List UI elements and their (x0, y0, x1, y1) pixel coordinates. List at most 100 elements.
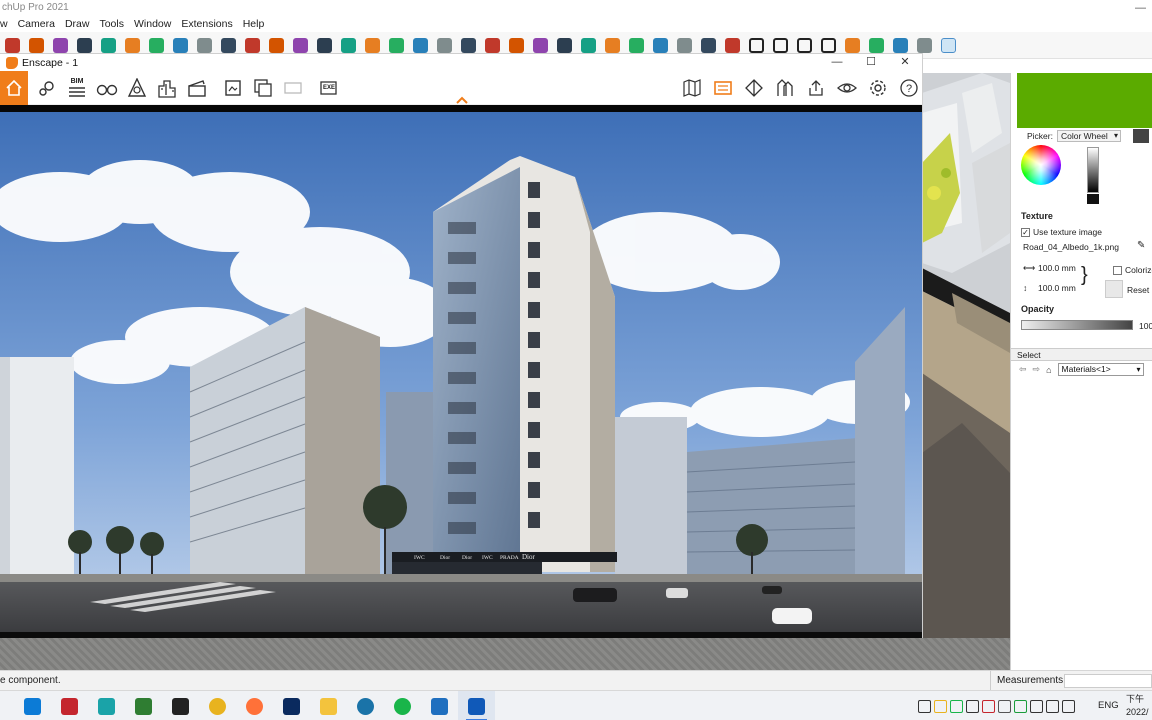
menu-help[interactable]: Help (239, 16, 271, 32)
bim-icon[interactable]: BIM (66, 77, 88, 99)
rotate-icon[interactable] (146, 35, 167, 56)
browser-icon[interactable] (347, 691, 384, 720)
move-icon[interactable] (122, 35, 143, 56)
close-button[interactable]: ✕ (888, 54, 922, 71)
info-icon[interactable] (722, 35, 743, 56)
enscape-capture-icon[interactable] (530, 35, 551, 56)
reset-color-chip[interactable] (1105, 280, 1123, 298)
gear-icon[interactable] (674, 35, 695, 56)
layers-icon[interactable] (386, 35, 407, 56)
menu-tools[interactable]: Tools (95, 16, 130, 32)
enscape-render-viewport[interactable]: IWC Dior Dior IWC PRADA Dior (0, 112, 922, 632)
clock[interactable]: 下午 2022/ (1126, 693, 1152, 719)
texture-width-field[interactable]: 100.0 mm (1038, 263, 1076, 273)
material-editor-icon[interactable] (774, 77, 796, 99)
batch-render-icon[interactable] (252, 77, 274, 99)
colorize-checkbox[interactable]: Colorize (1113, 265, 1152, 275)
menu-window-partial[interactable]: w (0, 16, 14, 32)
terrain-icon[interactable] (602, 35, 623, 56)
menu-draw[interactable]: Draw (61, 16, 96, 32)
profile-icon[interactable] (842, 35, 863, 56)
dot-icon[interactable] (746, 35, 767, 56)
materials-collection-select[interactable]: Materials<1> (1057, 363, 1144, 376)
line-icon[interactable] (384, 691, 421, 720)
enscape-start-icon[interactable] (482, 35, 503, 56)
brightness-slider[interactable] (1087, 147, 1099, 193)
tray-monitor-icon[interactable] (918, 699, 931, 713)
file-explorer-icon[interactable] (310, 691, 347, 720)
asset-library-icon[interactable] (126, 77, 148, 99)
zoom-icon[interactable] (314, 35, 335, 56)
export-image-icon[interactable] (222, 77, 244, 99)
link-aspect-icon[interactable]: } (1081, 265, 1088, 285)
tray-line-icon[interactable] (950, 699, 963, 713)
binoculars-icon[interactable] (96, 77, 118, 99)
tray-network-icon[interactable] (1046, 699, 1059, 713)
edge-icon[interactable] (14, 691, 51, 720)
follow-me-icon[interactable] (98, 35, 119, 56)
autocad-icon[interactable] (51, 691, 88, 720)
checker-icon[interactable] (626, 35, 647, 56)
clapboard-icon[interactable] (186, 77, 208, 99)
square-icon[interactable] (794, 35, 815, 56)
scale-icon[interactable] (170, 35, 191, 56)
tray-onedrive-icon[interactable] (998, 699, 1011, 713)
in-model-home-icon[interactable]: ⌂ (1046, 365, 1051, 375)
texture-height-field[interactable]: 100.0 mm (1038, 283, 1076, 293)
maximize-button[interactable]: ☐ (854, 54, 888, 71)
tray-acrobat-icon[interactable] (982, 699, 995, 713)
map-icon[interactable] (681, 77, 703, 99)
target-icon[interactable] (866, 35, 887, 56)
user-icon[interactable] (458, 35, 479, 56)
language-indicator[interactable]: ENG (1098, 700, 1119, 711)
collapse-toolbar-icon[interactable] (455, 95, 469, 105)
help-icon[interactable]: ? (898, 77, 920, 99)
tree-icon[interactable] (578, 35, 599, 56)
push-pull-icon[interactable] (74, 35, 95, 56)
help-icon[interactable] (938, 35, 959, 56)
layers-2-icon[interactable] (410, 35, 431, 56)
color-wheel[interactable] (1021, 145, 1061, 185)
opacity-slider[interactable] (1021, 320, 1133, 330)
tray-screen-icon[interactable] (966, 699, 979, 713)
pencil-icon[interactable] (2, 35, 23, 56)
section-icon[interactable] (362, 35, 383, 56)
panorama-icon[interactable] (282, 77, 304, 99)
menu-camera[interactable]: Camera (14, 16, 61, 32)
menu-extensions[interactable]: Extensions (177, 16, 238, 32)
paint-bucket-icon[interactable] (50, 35, 71, 56)
tray-chrome-icon[interactable] (934, 699, 947, 713)
home-icon[interactable] (0, 70, 28, 105)
chrome-icon[interactable] (199, 691, 236, 720)
text-icon[interactable] (218, 35, 239, 56)
forward-arrow-icon[interactable]: ⇨ (1033, 364, 1041, 375)
xbox-icon[interactable] (125, 691, 162, 720)
zoom-extents-icon[interactable] (338, 35, 359, 56)
orbit-icon[interactable] (266, 35, 287, 56)
enscape-title-bar[interactable]: Enscape - 1 — ☐ ✕ (0, 54, 922, 71)
mail-icon[interactable] (698, 35, 719, 56)
screenshot-icon[interactable] (914, 35, 935, 56)
typora-icon[interactable] (162, 691, 199, 720)
picker-select[interactable]: Color Wheel (1056, 130, 1121, 142)
select-heading[interactable]: Select (1011, 348, 1152, 361)
paint-icon[interactable] (242, 35, 263, 56)
layers-3-icon[interactable] (434, 35, 455, 56)
hand-icon[interactable] (290, 35, 311, 56)
enscape-sync-icon[interactable] (506, 35, 527, 56)
tray-battery-icon[interactable] (1030, 699, 1043, 713)
view-icon[interactable] (836, 77, 858, 99)
sketchup-icon[interactable] (458, 691, 495, 720)
cloud-icon[interactable] (650, 35, 671, 56)
sample-color-chip[interactable] (1132, 129, 1149, 143)
safe-frame-icon[interactable] (712, 77, 734, 99)
sketchup-viewport[interactable] (922, 73, 1010, 670)
tray-volume-icon[interactable] (1062, 699, 1075, 713)
settings-icon[interactable] (867, 77, 889, 99)
use-texture-checkbox[interactable]: ✓ Use texture image (1021, 227, 1102, 237)
location-icon[interactable] (36, 77, 58, 99)
photos-icon[interactable] (421, 691, 458, 720)
upload-icon[interactable] (805, 77, 827, 99)
exe-export-icon[interactable]: EXE (318, 77, 340, 99)
firefox-icon[interactable] (236, 691, 273, 720)
